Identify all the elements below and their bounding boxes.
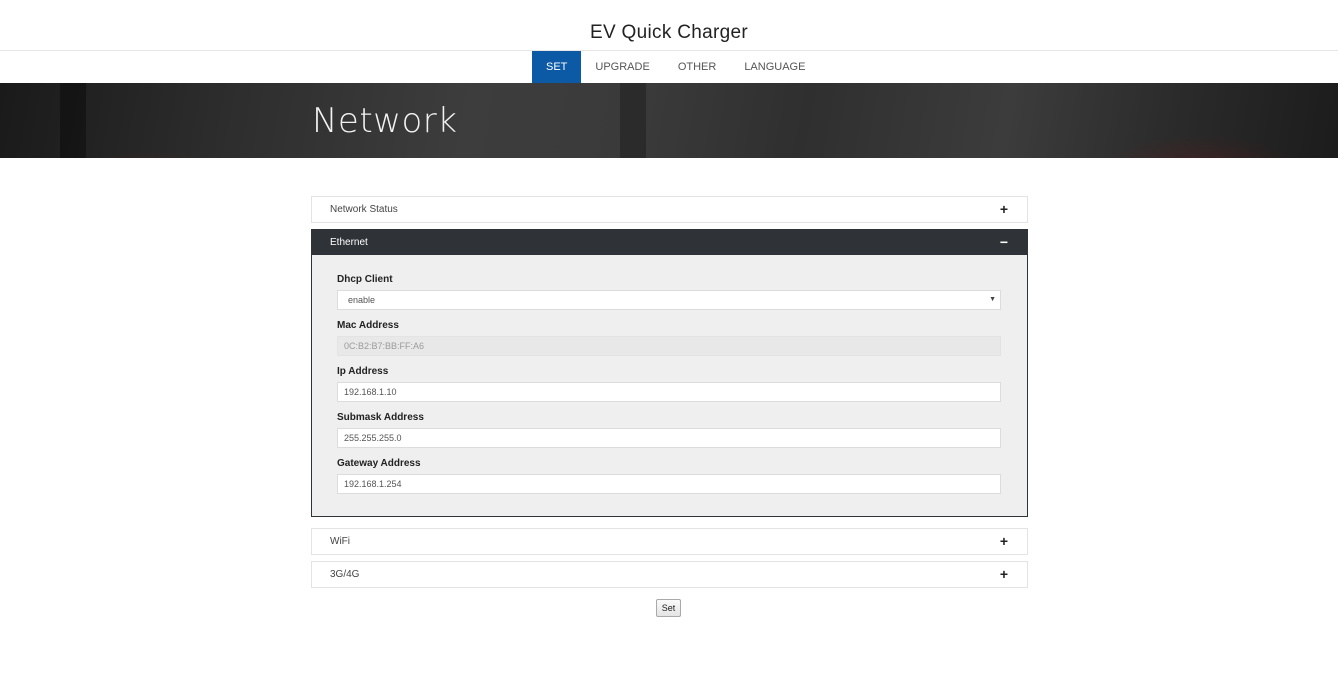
mac-address-field: 0C:B2:B7:BB:FF:A6 <box>337 336 1001 356</box>
submask-address-field[interactable]: 255.255.255.0 <box>337 428 1001 448</box>
nav-item-language[interactable]: LANGUAGE <box>730 51 819 83</box>
panel-title: WiFi <box>330 536 350 547</box>
ip-address-field[interactable]: 192.168.1.10 <box>337 382 1001 402</box>
nav-item-set[interactable]: SET <box>532 51 582 83</box>
hero-decoration <box>60 83 86 158</box>
collapse-minus-icon[interactable]: − <box>1000 230 1008 255</box>
expand-plus-icon[interactable]: + <box>1000 529 1008 554</box>
hero-banner: Network <box>0 83 1338 158</box>
ip-address-label: Ip Address <box>337 366 389 377</box>
dhcp-client-label: Dhcp Client <box>337 274 393 285</box>
page-title: Network <box>312 101 458 141</box>
top-nav: SET UPGRADE OTHER LANGUAGE <box>0 50 1338 84</box>
panel-header-3g-4g[interactable]: 3G/4G + <box>312 562 1027 587</box>
nav-item-other[interactable]: OTHER <box>664 51 731 83</box>
gateway-address-field[interactable]: 192.168.1.254 <box>337 474 1001 494</box>
expand-plus-icon[interactable]: + <box>1000 562 1008 587</box>
nav-item-upgrade[interactable]: UPGRADE <box>581 51 663 83</box>
site-title: EV Quick Charger <box>590 22 748 43</box>
panel-header-ethernet[interactable]: Ethernet − <box>312 230 1027 255</box>
gateway-address-label: Gateway Address <box>337 458 421 469</box>
nav-items: SET UPGRADE OTHER LANGUAGE <box>532 51 819 83</box>
submask-address-label: Submask Address <box>337 412 424 423</box>
panel-network-status: Network Status + <box>311 196 1028 223</box>
dhcp-client-select[interactable]: enable ▼ <box>337 290 1001 310</box>
panel-wifi: WiFi + <box>311 528 1028 555</box>
panel-header-wifi[interactable]: WiFi + <box>312 529 1027 554</box>
panel-3g-4g: 3G/4G + <box>311 561 1028 588</box>
ethernet-form: Dhcp Client enable ▼ Mac Address 0C:B2:B… <box>312 255 1027 516</box>
hero-decoration <box>620 83 646 158</box>
panel-ethernet: Ethernet − Dhcp Client enable ▼ Mac Addr… <box>311 229 1028 517</box>
panel-header-network-status[interactable]: Network Status + <box>312 197 1027 222</box>
dropdown-arrow-icon: ▼ <box>989 296 996 303</box>
set-button[interactable]: Set <box>656 599 681 617</box>
dhcp-client-value: enable <box>348 295 376 305</box>
panel-title: 3G/4G <box>330 569 360 580</box>
panel-title: Ethernet <box>330 237 368 248</box>
mac-address-label: Mac Address <box>337 320 399 331</box>
panel-title: Network Status <box>330 204 398 215</box>
expand-plus-icon[interactable]: + <box>1000 197 1008 222</box>
